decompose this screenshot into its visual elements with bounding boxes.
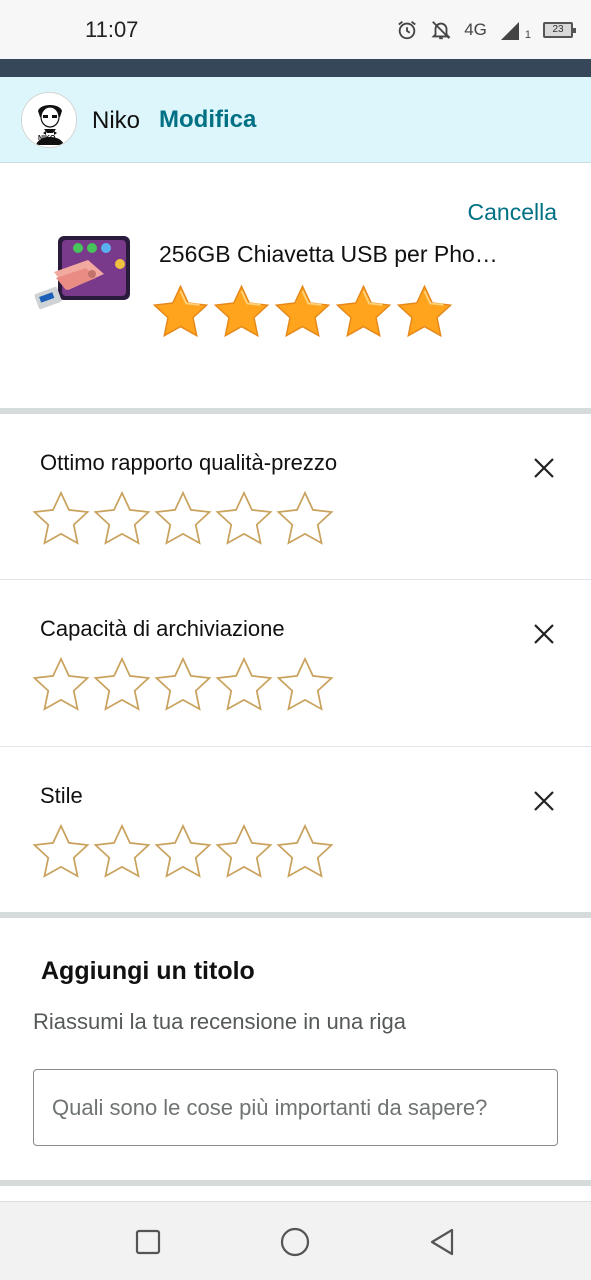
review-title-heading: Aggiungi un titolo xyxy=(41,957,255,985)
close-icon[interactable] xyxy=(530,620,558,648)
attribute-stars xyxy=(32,490,334,546)
star-empty-icon[interactable] xyxy=(154,490,212,546)
profile-name: Niko xyxy=(92,107,141,134)
attribute-label: Ottimo rapporto qualità-prezzo xyxy=(40,450,338,475)
star-empty-icon[interactable] xyxy=(154,656,212,712)
close-icon[interactable] xyxy=(530,454,558,482)
back-triangle-icon[interactable] xyxy=(425,1224,461,1260)
cancel-button[interactable]: Cancella xyxy=(468,199,558,226)
signal-icon xyxy=(499,19,523,41)
star-empty-icon[interactable] xyxy=(276,656,334,712)
attribute-stars xyxy=(32,656,334,712)
profile-bar: NIKO Niko Modifica xyxy=(0,77,591,163)
star-empty-icon[interactable] xyxy=(276,823,334,879)
attribute-rating-value: Ottimo rapporto qualità-prezzo xyxy=(0,414,591,574)
alarm-icon xyxy=(396,19,418,41)
star-filled-icon[interactable] xyxy=(335,283,392,339)
home-circle-icon[interactable] xyxy=(277,1224,313,1260)
overall-rating-stars xyxy=(152,283,453,339)
status-icons: 4G 1 23 xyxy=(396,16,576,44)
product-image xyxy=(32,234,132,324)
battery-icon: 23 xyxy=(543,22,576,38)
attribute-rating-storage: Capacità di archiviazione xyxy=(0,580,591,740)
star-filled-icon[interactable] xyxy=(274,283,331,339)
star-empty-icon[interactable] xyxy=(93,823,151,879)
section-divider xyxy=(0,1180,591,1186)
star-empty-icon[interactable] xyxy=(32,656,90,712)
close-icon[interactable] xyxy=(530,787,558,815)
star-empty-icon[interactable] xyxy=(215,490,273,546)
review-title-section: Aggiungi un titolo Riassumi la tua recen… xyxy=(0,918,591,1180)
star-filled-icon[interactable] xyxy=(152,283,209,339)
attribute-label: Capacità di archiviazione xyxy=(40,616,285,641)
star-empty-icon[interactable] xyxy=(276,490,334,546)
product-section: Cancella 256GB Chiavetta USB per Pho… xyxy=(0,164,591,408)
star-empty-icon[interactable] xyxy=(215,656,273,712)
star-empty-icon[interactable] xyxy=(32,490,90,546)
star-empty-icon[interactable] xyxy=(93,490,151,546)
status-time: 11:07 xyxy=(85,17,139,42)
header-band xyxy=(0,59,591,77)
star-filled-icon[interactable] xyxy=(396,283,453,339)
star-empty-icon[interactable] xyxy=(215,823,273,879)
star-empty-icon[interactable] xyxy=(93,656,151,712)
star-empty-icon[interactable] xyxy=(154,823,212,879)
star-filled-icon[interactable] xyxy=(213,283,270,339)
edit-profile-link[interactable]: Modifica xyxy=(159,106,256,134)
attribute-stars xyxy=(32,823,334,879)
signal-sub-label: 1 xyxy=(524,29,531,41)
status-bar: 11:07 4G 1 23 xyxy=(0,0,591,59)
star-empty-icon[interactable] xyxy=(32,823,90,879)
attribute-rating-style: Stile xyxy=(0,747,591,907)
system-nav-bar xyxy=(0,1201,591,1280)
avatar-caption: NIKO xyxy=(38,135,56,142)
review-title-subheading: Riassumi la tua recensione in una riga xyxy=(33,1009,406,1034)
notifications-off-icon xyxy=(430,19,452,41)
avatar[interactable]: NIKO xyxy=(21,92,77,148)
attribute-label: Stile xyxy=(40,783,83,808)
network-label: 4G xyxy=(464,20,487,39)
recents-square-icon[interactable] xyxy=(130,1224,166,1260)
product-title: 256GB Chiavetta USB per Pho… xyxy=(159,241,498,267)
review-title-input[interactable] xyxy=(33,1069,558,1146)
